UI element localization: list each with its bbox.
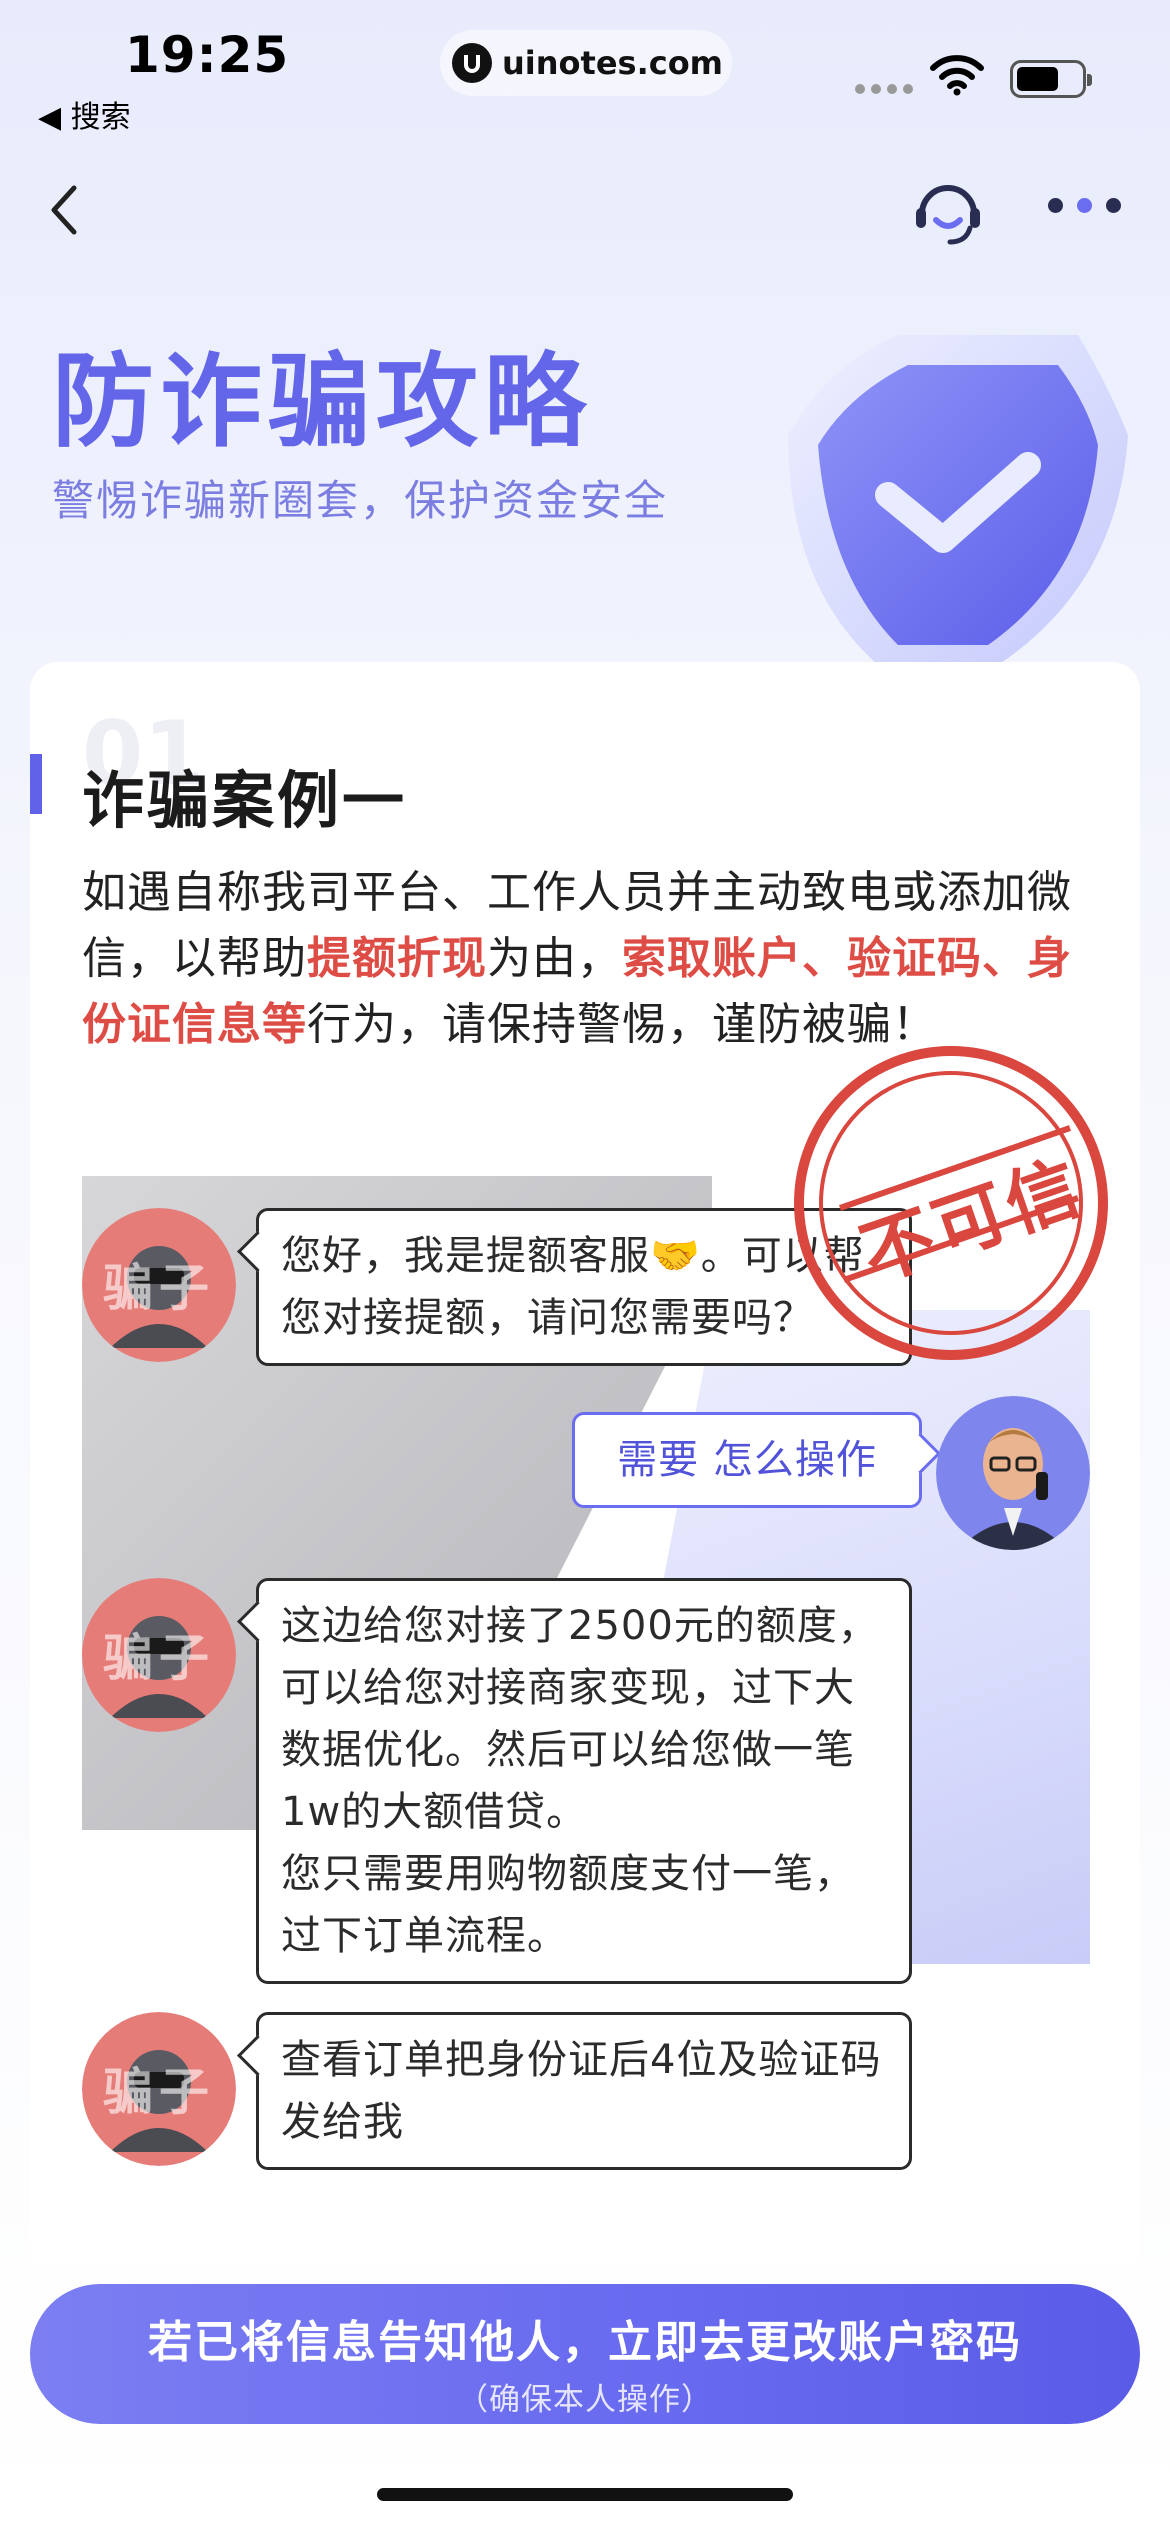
back-chevron-icon[interactable] [44, 180, 84, 244]
shield-check-icon [748, 325, 1168, 665]
scammer-avatar: 骗子 [82, 1208, 236, 1362]
scammer-avatar: 骗子 [82, 1578, 236, 1732]
cellular-signal-icon [855, 84, 913, 94]
case-title: 诈骗案例一 [82, 764, 408, 837]
site-logo-icon [452, 43, 492, 83]
more-options-icon[interactable] [1048, 198, 1121, 213]
status-bar: 19:25 ◀ 搜索 uinotes.com [0, 0, 1170, 150]
scammer-avatar: 骗子 [82, 2012, 236, 2166]
customer-service-icon[interactable] [908, 172, 988, 256]
desc-text: 为由， [487, 933, 622, 984]
url-text: uinotes.com [502, 44, 724, 82]
cta-sub-label: （确保本人操作） [457, 2382, 713, 2418]
message-line: 您只需要用购物额度支付一笔，过下订单流程。 [281, 1851, 855, 1959]
home-indicator [377, 2488, 793, 2501]
cta-main-label: 若已将信息告知他人，立即去更改账户密码 [148, 2317, 1022, 2368]
desc-highlight: 提额折现 [307, 933, 487, 984]
case-title-accent [30, 754, 42, 814]
change-password-button[interactable]: 若已将信息告知他人，立即去更改账户密码 （确保本人操作） [30, 2284, 1140, 2424]
battery-icon [1010, 60, 1092, 98]
page-title: 防诈骗攻略 [52, 343, 592, 462]
nav-bar [0, 160, 1170, 260]
url-pill[interactable]: uinotes.com [440, 30, 732, 96]
page-subtitle: 警惕诈骗新圈套，保护资金安全 [52, 476, 669, 525]
scammer-message: 这边给您对接了2500元的额度，可以给您对接商家变现，过下大数据优化。然后可以给… [256, 1578, 912, 1984]
back-to-app-link[interactable]: ◀ 搜索 [38, 92, 131, 136]
scammer-message: 查看订单把身份证后4位及验证码发给我 [256, 2012, 912, 2170]
user-reply: 需要 怎么操作 [572, 1412, 922, 1508]
case-description: 如遇自称我司平台、工作人员并主动致电或添加微信，以帮助提额折现为由，索取账户、验… [82, 860, 1102, 1058]
scammer-label: 骗子 [103, 1259, 215, 1317]
message-line: 这边给您对接了2500元的额度，可以给您对接商家变现，过下大数据优化。然后可以给… [281, 1603, 879, 1835]
user-avatar [936, 1396, 1090, 1550]
status-time: 19:25 [125, 26, 290, 84]
case-card: 01 诈骗案例一 如遇自称我司平台、工作人员并主动致电或添加微信，以帮助提额折现… [30, 662, 1140, 2262]
scammer-label: 骗子 [103, 1629, 215, 1687]
scammer-label: 骗子 [103, 2063, 215, 2121]
wifi-icon [930, 54, 984, 100]
